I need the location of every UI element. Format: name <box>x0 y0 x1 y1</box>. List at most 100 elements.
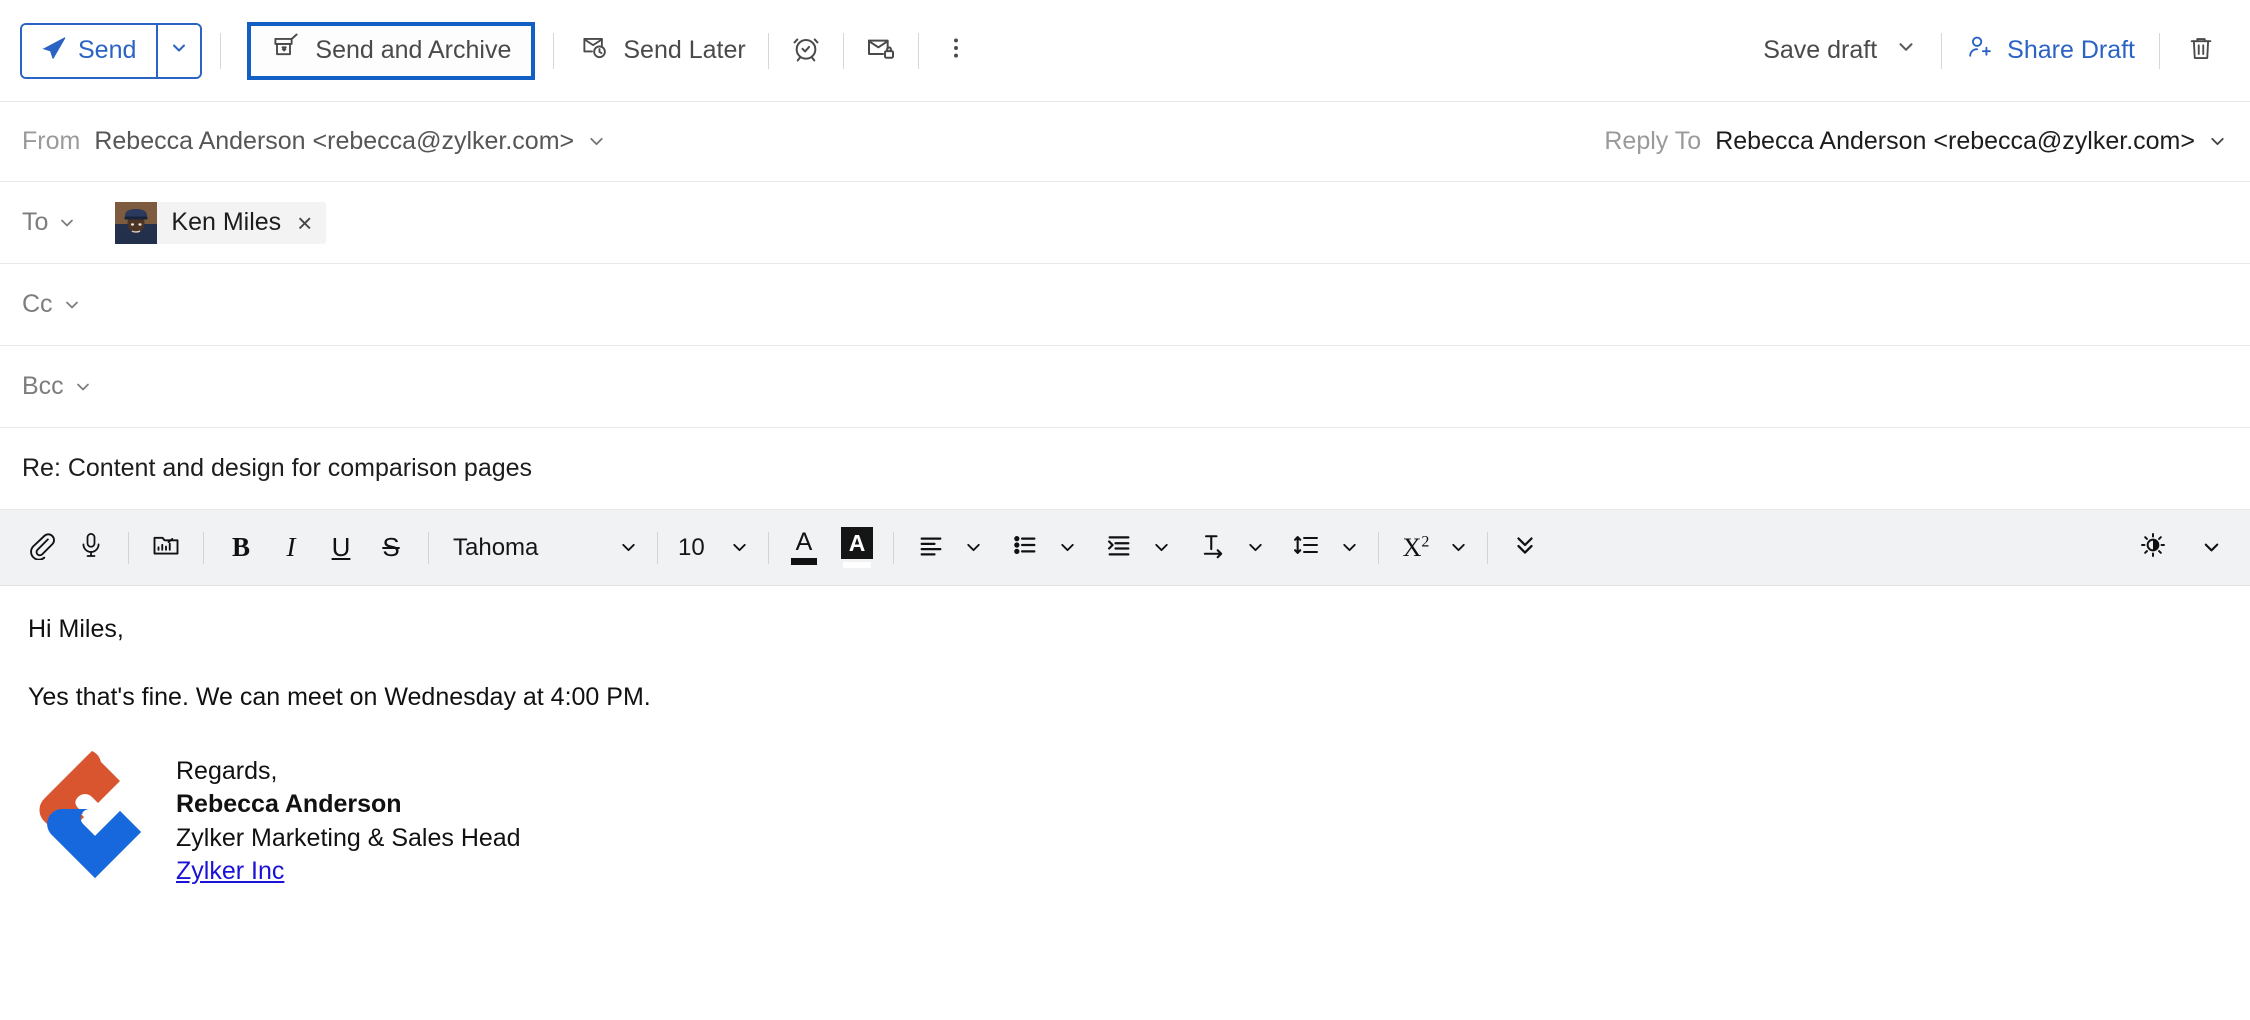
image-folder-icon <box>151 530 181 565</box>
voice-message-button[interactable] <box>66 523 116 573</box>
send-options-dropdown[interactable] <box>156 24 201 77</box>
more-formatting-button[interactable] <box>1500 523 1550 573</box>
cc-label-dropdown[interactable]: Cc <box>22 290 82 319</box>
divider <box>203 531 204 564</box>
send-button[interactable]: Send <box>22 24 157 77</box>
signature-company-link[interactable]: Zylker Inc <box>176 855 284 888</box>
send-later-button[interactable]: Send Later <box>572 25 753 77</box>
font-family-dropdown-icon[interactable] <box>611 524 645 572</box>
align-dropdown-icon[interactable] <box>956 524 990 572</box>
bullet-list-dropdown-icon[interactable] <box>1050 524 1084 572</box>
from-row: From Rebecca Anderson <rebecca@zylker.co… <box>0 102 2250 182</box>
font-size-select[interactable]: 10 <box>670 534 722 562</box>
highlight-label: A <box>841 527 873 559</box>
superscript-button[interactable]: X2 <box>1391 523 1441 573</box>
divider <box>893 531 894 564</box>
font-size-dropdown-icon[interactable] <box>722 524 756 572</box>
send-and-archive-button[interactable]: Send and Archive <box>247 21 536 80</box>
collapse-toolbar-button[interactable] <box>2194 524 2228 572</box>
to-row[interactable]: To Ken Miles × <box>0 182 2250 264</box>
paper-plane-icon <box>40 34 67 68</box>
signature-title: Zylker Marketing & Sales Head <box>176 823 521 852</box>
attach-file-button[interactable] <box>16 523 66 573</box>
more-vertical-icon <box>943 33 969 68</box>
italic-label: I <box>286 532 296 562</box>
indent-icon <box>1105 531 1133 564</box>
divider <box>842 32 844 69</box>
zylker-logo-icon <box>28 747 158 927</box>
send-later-label: Send Later <box>623 36 746 64</box>
divider <box>917 32 919 69</box>
bcc-row[interactable]: Bcc <box>0 346 2250 428</box>
font-family-select[interactable]: Tahoma <box>441 534 611 562</box>
bcc-label: Bcc <box>22 372 64 400</box>
bold-label: B <box>231 532 250 562</box>
indent-dropdown-icon[interactable] <box>1144 524 1178 572</box>
envelope-clock-icon <box>580 32 610 69</box>
chevron-down-icon <box>1895 36 1917 65</box>
from-field[interactable]: From Rebecca Anderson <rebecca@zylker.co… <box>22 127 607 156</box>
superscript-exponent: 2 <box>1421 532 1430 550</box>
align-left-icon <box>917 531 945 564</box>
italic-button[interactable]: I <box>266 523 316 573</box>
send-split-button[interactable]: Send <box>20 22 203 79</box>
superscript-dropdown-icon[interactable] <box>1441 524 1475 572</box>
theme-toggle-button[interactable] <box>2128 523 2178 573</box>
superscript-base: X2 <box>1403 533 1430 563</box>
divider <box>128 531 129 564</box>
divider <box>657 531 658 564</box>
text-color-button[interactable]: A <box>781 522 827 574</box>
reply-to-field[interactable]: Reply To Rebecca Anderson <rebecca@zylke… <box>1604 127 2228 156</box>
line-spacing-dropdown-icon[interactable] <box>1332 524 1366 572</box>
strikethrough-label: S <box>382 532 400 562</box>
divider <box>1378 531 1379 564</box>
send-button-label: Send <box>78 36 137 64</box>
save-draft-label: Save draft <box>1763 36 1878 64</box>
save-draft-button[interactable]: Save draft <box>1757 36 1923 65</box>
to-label-dropdown[interactable]: To <box>22 208 77 237</box>
highlight-color-button[interactable]: A <box>841 527 873 568</box>
divider <box>1941 32 1943 69</box>
highlight-color-swatch <box>843 562 871 568</box>
reminder-button[interactable] <box>783 28 829 74</box>
strikethrough-button[interactable]: S <box>366 523 416 573</box>
alarm-clock-icon <box>790 32 822 69</box>
brightness-icon <box>2139 531 2167 564</box>
body-paragraph: Yes that's fine. We can meet on Wednesda… <box>28 682 651 711</box>
more-options-button[interactable] <box>933 28 979 74</box>
share-draft-button[interactable]: Share Draft <box>1960 33 2141 68</box>
email-signature: Regards, Rebecca Anderson Zylker Marketi… <box>28 747 2222 927</box>
text-color-label: A <box>795 528 813 556</box>
subject-input[interactable]: Re: Content and design for comparison pa… <box>22 454 532 483</box>
remove-recipient-button[interactable]: × <box>295 210 314 236</box>
reply-to-value: Rebecca Anderson <rebecca@zylker.com> <box>1715 127 2195 155</box>
chevron-down-icon <box>2207 131 2228 152</box>
underline-button[interactable]: U <box>316 523 366 573</box>
send-and-archive-label: Send and Archive <box>315 36 512 64</box>
chevron-down-icon <box>62 295 82 315</box>
subject-row[interactable]: Re: Content and design for comparison pa… <box>0 428 2250 510</box>
to-label: To <box>22 208 49 236</box>
chevron-down-icon <box>586 131 607 152</box>
align-button[interactable] <box>906 523 956 573</box>
bcc-label-dropdown[interactable]: Bcc <box>22 372 93 401</box>
divider <box>767 32 769 69</box>
divider <box>1487 531 1488 564</box>
indent-button[interactable] <box>1094 523 1144 573</box>
secure-mail-button[interactable] <box>858 28 904 74</box>
insert-image-button[interactable] <box>141 523 191 573</box>
text-direction-dropdown-icon[interactable] <box>1238 524 1272 572</box>
text-direction-button[interactable] <box>1188 523 1238 573</box>
recipient-chip[interactable]: Ken Miles × <box>115 201 327 244</box>
cc-row[interactable]: Cc <box>0 264 2250 346</box>
divider <box>2159 32 2160 69</box>
line-spacing-button[interactable] <box>1282 523 1332 573</box>
message-body-editor[interactable]: Hi Miles, Yes that's fine. We can meet o… <box>0 586 2250 1020</box>
divider <box>553 32 555 69</box>
bullet-list-button[interactable] <box>1000 523 1050 573</box>
bold-button[interactable]: B <box>216 523 266 573</box>
share-draft-label: Share Draft <box>2007 36 2135 64</box>
delete-draft-button[interactable] <box>2178 28 2224 74</box>
line-spacing-icon <box>1293 531 1321 564</box>
